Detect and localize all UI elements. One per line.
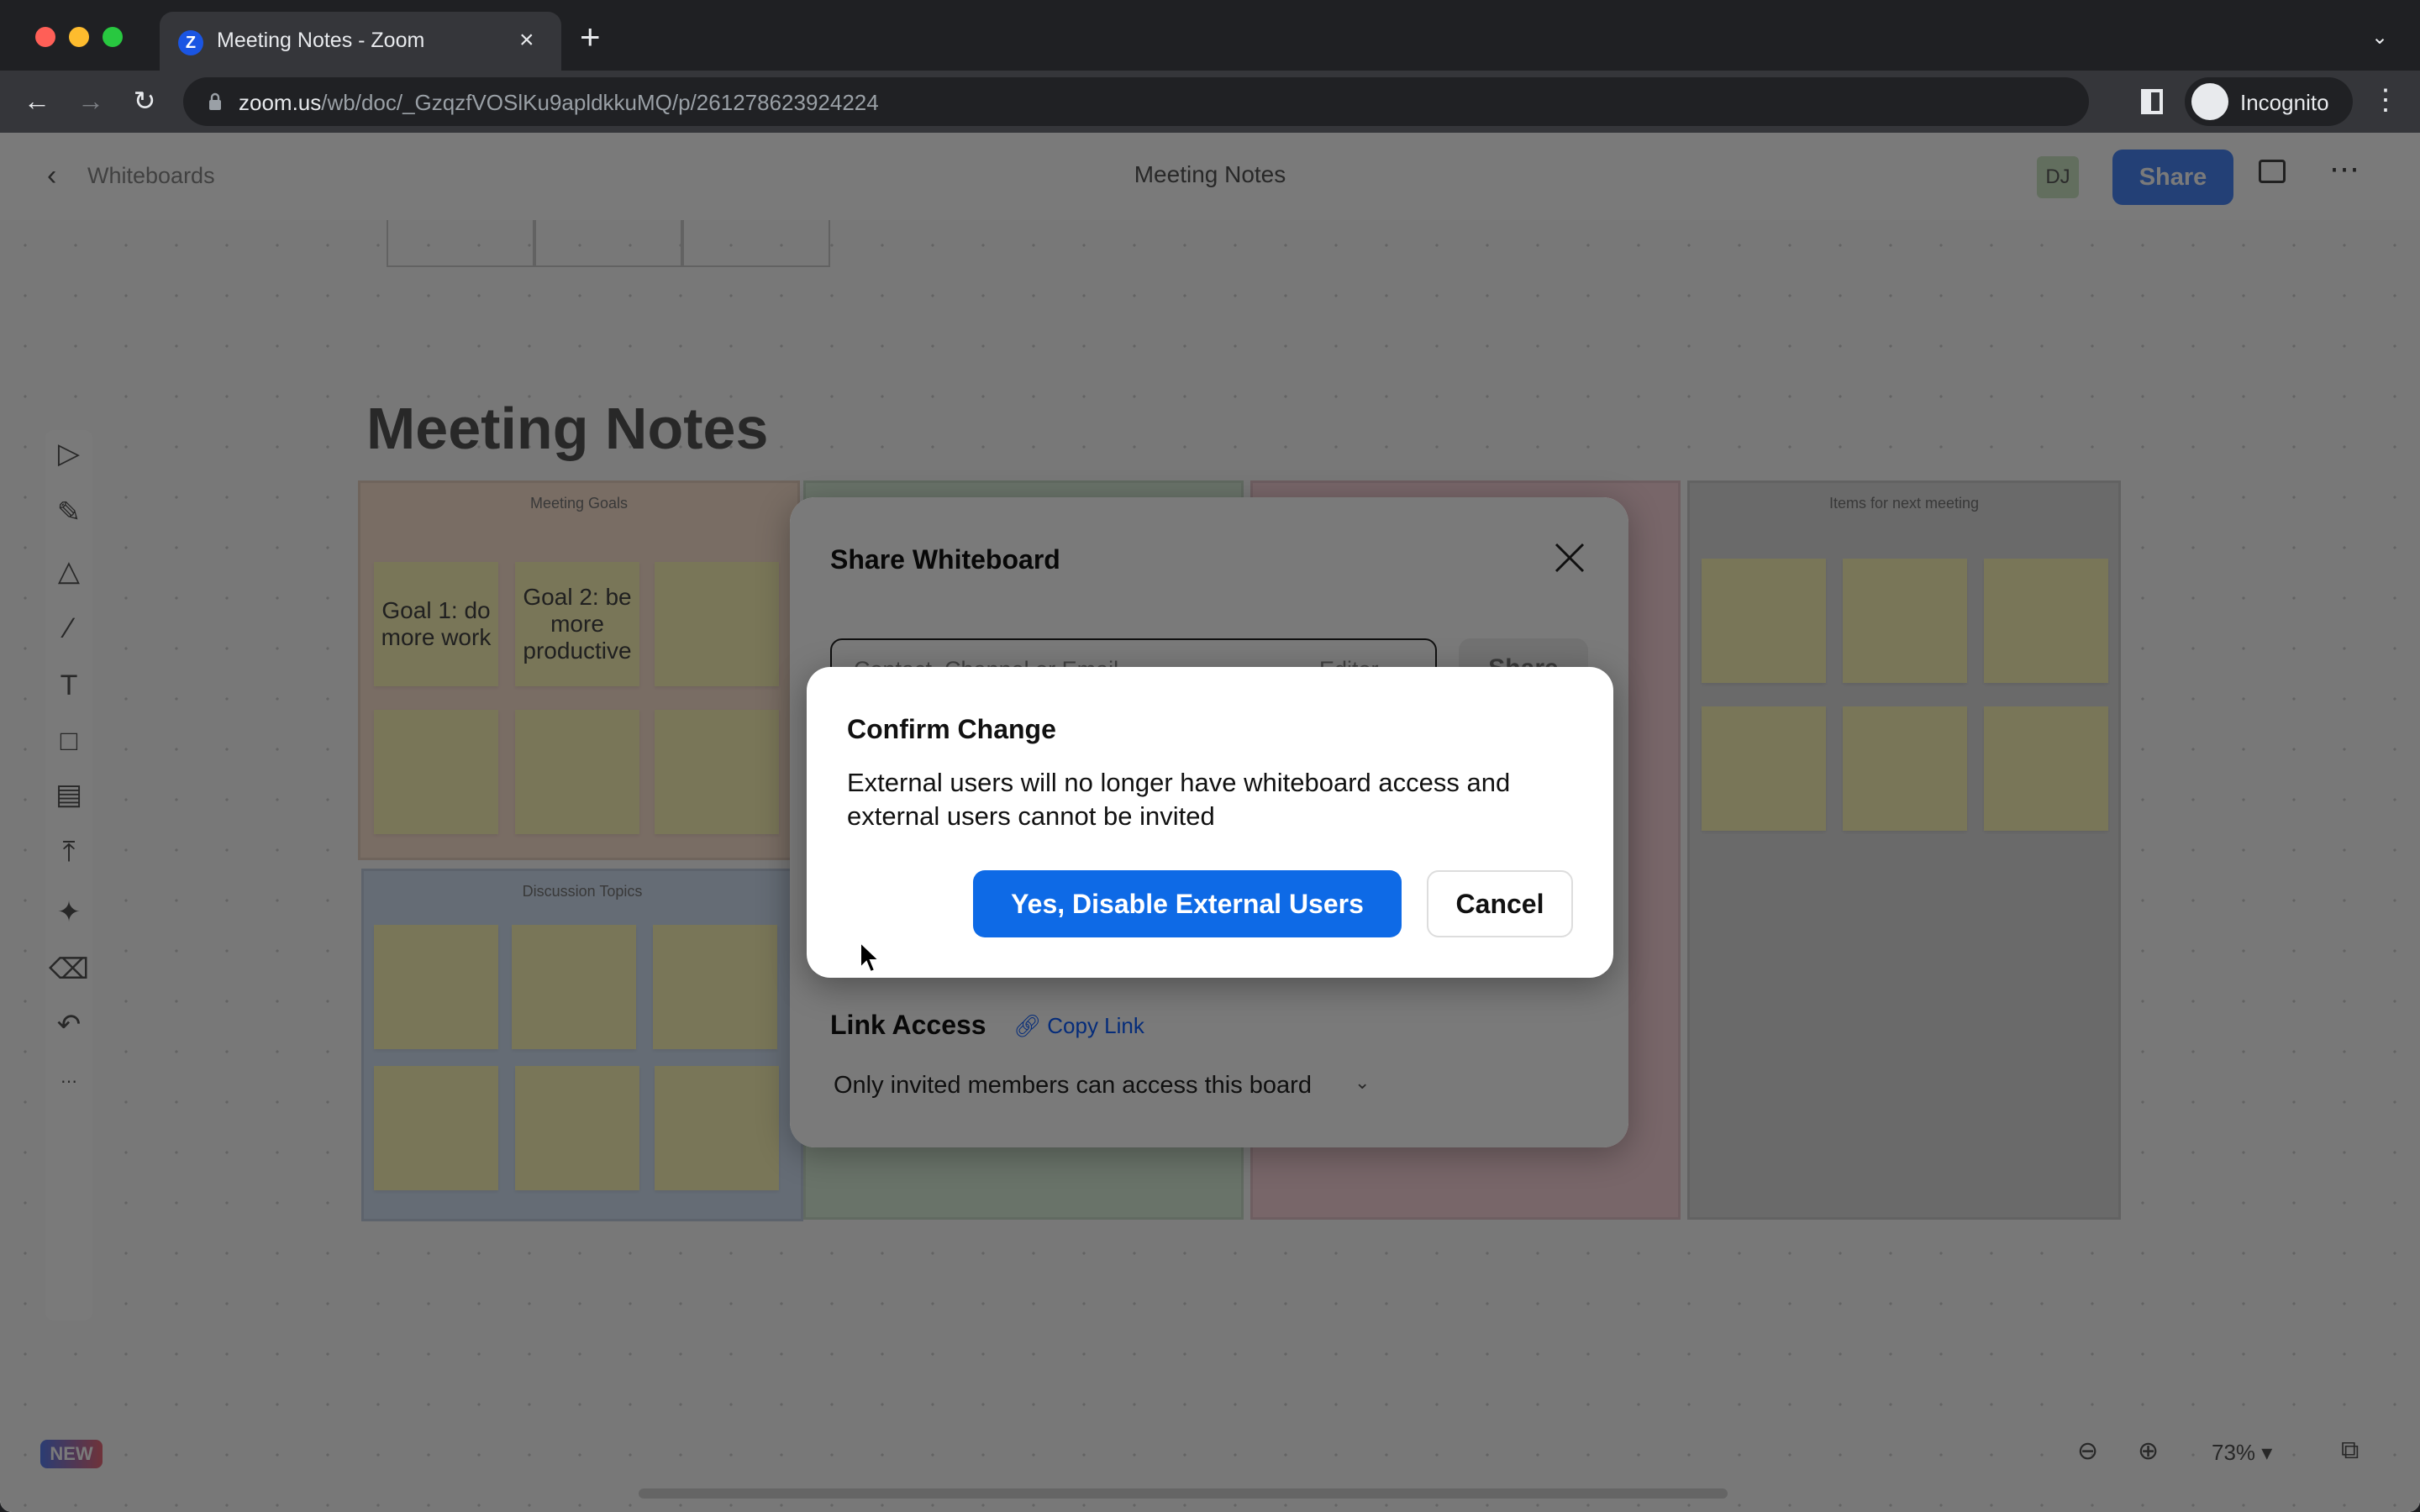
incognito-label: Incognito: [2240, 90, 2329, 115]
window-close-button[interactable]: [35, 27, 55, 47]
cancel-button[interactable]: Cancel: [1427, 870, 1573, 937]
browser-tab-strip: Z Meeting Notes - Zoom × + ⌄: [0, 0, 2420, 72]
tab-title: Meeting Notes - Zoom: [217, 29, 425, 52]
mouse-cursor-icon: [860, 941, 881, 974]
reload-icon[interactable]: ↻: [126, 82, 163, 119]
zoom-favicon-icon: Z: [178, 30, 203, 55]
incognito-icon: [2191, 83, 2228, 120]
url-text: zoom.us/wb/doc/_GzqzfVOSlKu9apldkkuMQ/p/…: [239, 90, 879, 115]
window-zoom-button[interactable]: [103, 27, 123, 47]
browser-toolbar: ← → ↻ zoom.us/wb/doc/_GzqzfVOSlKu9apldkk…: [0, 71, 2420, 133]
address-bar[interactable]: zoom.us/wb/doc/_GzqzfVOSlKu9apldkkuMQ/p/…: [183, 77, 2280, 126]
window-minimize-button[interactable]: [69, 27, 89, 47]
tab-search-chevron-icon[interactable]: ⌄: [2371, 25, 2388, 50]
tab-close-icon[interactable]: ×: [519, 24, 534, 57]
confirm-change-dialog: Confirm Change External users will no lo…: [807, 667, 1613, 978]
back-arrow-icon[interactable]: ←: [18, 82, 55, 119]
forward-arrow-icon[interactable]: →: [72, 82, 109, 119]
new-tab-button[interactable]: +: [580, 19, 601, 55]
browser-menu-icon[interactable]: ⋮: [2371, 79, 2400, 121]
lock-icon: [209, 92, 221, 110]
browser-tab-active[interactable]: Z Meeting Notes - Zoom ×: [160, 12, 561, 72]
confirm-dialog-message: External users will no longer have white…: [847, 768, 1511, 831]
disable-external-users-button[interactable]: Yes, Disable External Users: [973, 870, 1402, 937]
confirm-dialog-title: Confirm Change: [847, 714, 1056, 744]
side-panel-icon[interactable]: [2141, 89, 2163, 114]
incognito-profile-button[interactable]: Incognito: [2185, 77, 2353, 126]
